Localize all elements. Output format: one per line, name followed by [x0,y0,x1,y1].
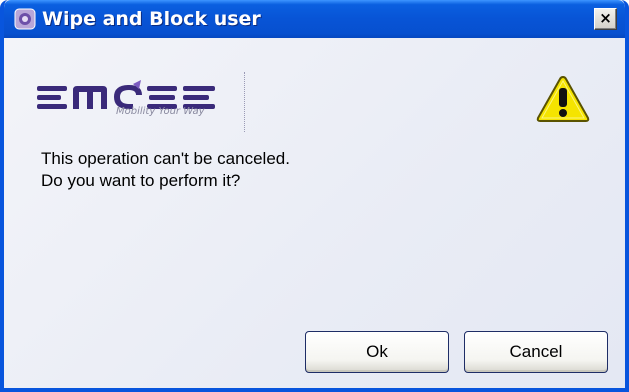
app-icon [14,8,36,30]
logo-tagline: Mobility Your Way [116,106,205,117]
dialog-window: Wipe and Block user × Mobility Your Way [0,0,629,392]
ok-button[interactable]: Ok [305,331,449,373]
emoze-logo [37,80,215,109]
cancel-button[interactable]: Cancel [464,331,608,373]
message-line-1: This operation can't be canceled. [41,149,290,168]
close-button[interactable]: × [594,8,617,30]
title-bar[interactable]: Wipe and Block user × [4,0,625,38]
dialog-content: Mobility Your Way This operation can't b… [4,38,625,388]
message-text: This operation can't be canceled. Do you… [41,148,290,192]
warning-icon [536,76,590,122]
logo-divider [244,72,245,132]
window-title: Wipe and Block user [42,8,261,30]
message-line-2: Do you want to perform it? [41,171,241,190]
